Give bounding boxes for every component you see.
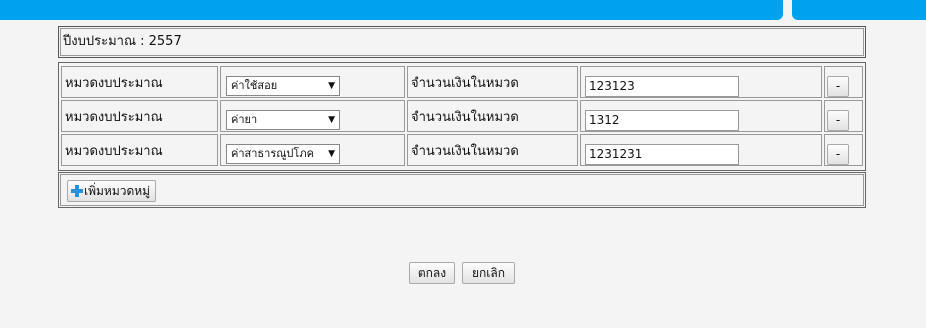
add-category-panel: เพิ่มหมวดหมู่	[58, 172, 866, 208]
remove-category-button[interactable]: -	[827, 110, 849, 131]
category-select[interactable]: ค่าใช้สอย ▼	[226, 76, 340, 96]
add-category-button[interactable]: เพิ่มหมวดหมู่	[67, 180, 157, 202]
amount-input[interactable]: 123123	[585, 76, 739, 97]
category-select[interactable]: ค่าสาธารณูปโภค ▼	[226, 144, 340, 164]
top-bar-right	[792, 0, 926, 20]
fiscal-year-label: ปีงบประมาณ : 2557	[60, 28, 864, 56]
add-category-label: เพิ่มหมวดหมู่	[84, 184, 151, 198]
budget-category-table: หมวดงบประมาณ ค่าใช้สอย ▼ จำนวนเงินในหมวด …	[58, 62, 866, 171]
category-select[interactable]: ค่ายา ▼	[226, 110, 340, 130]
dropdown-arrow-icon: ▼	[328, 81, 335, 91]
category-label: หมวดงบประมาณ	[65, 144, 163, 159]
amount-label: จำนวนเงินในหมวด	[411, 76, 519, 91]
amount-label: จำนวนเงินในหมวด	[411, 144, 519, 159]
top-bar-left	[0, 0, 783, 20]
ok-button[interactable]: ตกลง	[409, 262, 455, 284]
amount-input[interactable]: 1312	[585, 110, 739, 131]
remove-category-button[interactable]: -	[827, 144, 849, 165]
cancel-button[interactable]: ยกเลิก	[462, 262, 515, 284]
fiscal-year-panel: ปีงบประมาณ : 2557	[58, 26, 866, 58]
remove-category-button[interactable]: -	[827, 76, 849, 97]
category-label: หมวดงบประมาณ	[65, 76, 163, 91]
dropdown-arrow-icon: ▼	[328, 149, 335, 159]
plus-icon	[71, 185, 83, 197]
amount-input[interactable]: 1231231	[585, 144, 739, 165]
dropdown-arrow-icon: ▼	[328, 115, 335, 125]
category-label: หมวดงบประมาณ	[65, 110, 163, 125]
amount-label: จำนวนเงินในหมวด	[411, 110, 519, 125]
